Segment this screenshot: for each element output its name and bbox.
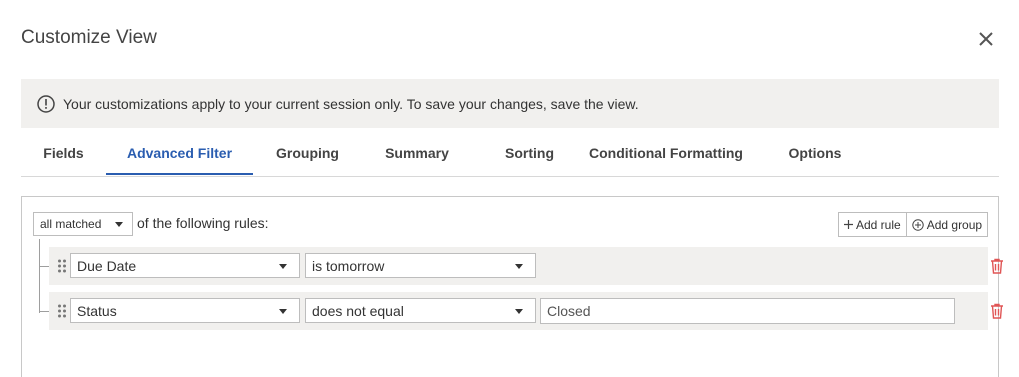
rule-operator-select[interactable]: is tomorrow	[305, 253, 536, 278]
session-notice: Your customizations apply to your curren…	[21, 79, 999, 128]
info-circle-icon	[37, 94, 55, 113]
tab-summary[interactable]: Summary	[371, 135, 463, 173]
rule-operator-select[interactable]: does not equal	[305, 298, 536, 323]
add-group-label: Add group	[926, 217, 983, 232]
customize-view-dialog: Customize View Your customizations apply…	[0, 0, 1019, 377]
drag-handle-icon[interactable]	[57, 304, 67, 318]
rule-operator-value: does not equal	[312, 302, 404, 319]
tab-grouping[interactable]: Grouping	[261, 135, 354, 173]
rule-tree-branch	[39, 311, 49, 312]
tab-options[interactable]: Options	[771, 135, 859, 173]
tab-conditional-formatting[interactable]: Conditional Formatting	[581, 135, 751, 173]
trash-icon[interactable]	[990, 258, 1004, 274]
add-rule-button[interactable]: Add rule	[839, 213, 906, 236]
close-icon[interactable]	[975, 28, 997, 50]
rule-field-value: Due Date	[77, 257, 137, 274]
chevron-down-icon	[279, 264, 287, 269]
rule-value-input[interactable]	[540, 298, 955, 324]
trash-icon[interactable]	[990, 303, 1004, 319]
match-mode-value: all matched	[40, 217, 102, 231]
chevron-down-icon	[515, 309, 523, 314]
advanced-filter-panel: all matched of the following rules: Add …	[21, 196, 1003, 377]
rule-actions: Add rule Add group	[838, 212, 989, 237]
dialog-title: Customize View	[21, 27, 157, 48]
tab-sorting[interactable]: Sorting	[481, 135, 578, 173]
rule-field-select[interactable]: Due Date	[70, 253, 300, 278]
rule-tree-line	[39, 239, 40, 313]
match-mode-select[interactable]: all matched	[33, 212, 133, 236]
tab-fields[interactable]: Fields	[21, 135, 106, 173]
chevron-down-icon	[279, 309, 287, 314]
chevron-down-icon	[115, 222, 123, 227]
rule-field-value: Status	[77, 302, 117, 319]
rule-operator-value: is tomorrow	[312, 257, 385, 274]
rule-tree-branch	[39, 266, 49, 267]
filter-rule-row: Due Date is tomorrow	[49, 247, 1003, 285]
notice-message: Your customizations apply to your curren…	[63, 95, 639, 112]
add-rule-label: Add rule	[856, 217, 901, 232]
chevron-down-icon	[515, 264, 523, 269]
rules-label: of the following rules:	[137, 215, 269, 231]
plus-icon	[844, 220, 853, 229]
tab-advanced-filter[interactable]: Advanced Filter	[106, 135, 253, 175]
tab-bar: Fields Advanced Filter Grouping Summary …	[21, 135, 999, 177]
rule-field-select[interactable]: Status	[70, 298, 300, 323]
add-group-button[interactable]: Add group	[905, 213, 988, 236]
plus-circle-icon	[912, 218, 924, 231]
filter-rule-row: Status does not equal	[49, 292, 1003, 330]
drag-handle-icon[interactable]	[57, 259, 67, 273]
